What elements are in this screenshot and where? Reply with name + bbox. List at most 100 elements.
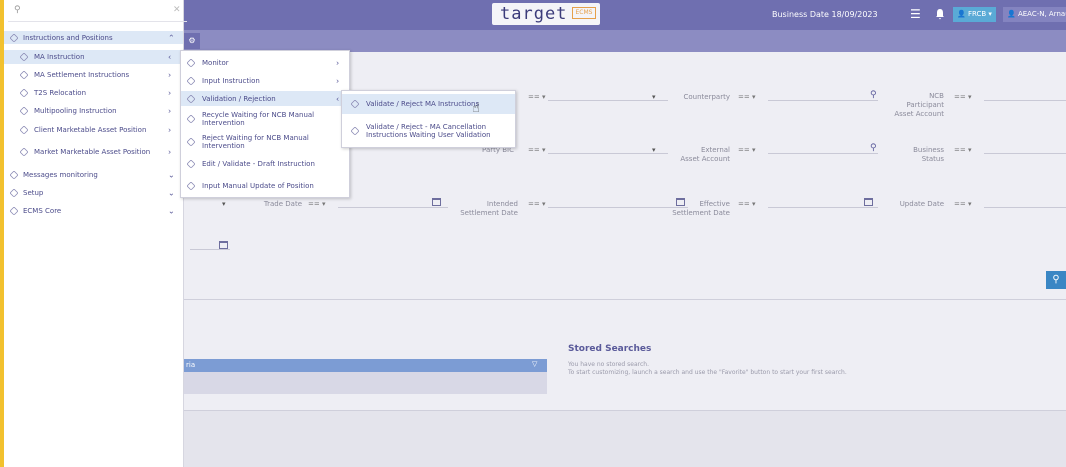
menu-item-label: Validate / Reject MA Instructions xyxy=(366,100,480,108)
effective-settlement-label: Effective Settlement Date xyxy=(672,200,730,217)
operator-select[interactable]: == ▾ xyxy=(308,200,325,208)
operator-select[interactable]: == ▾ xyxy=(738,146,755,154)
operator-select[interactable]: == ▾ xyxy=(738,200,755,208)
operator-select[interactable]: == ▾ xyxy=(528,146,545,154)
ncb-participant-input[interactable] xyxy=(984,100,1066,101)
nav-item-label: T2S Relocation xyxy=(34,89,87,97)
brand-word: target xyxy=(500,4,568,24)
language-entity-button[interactable]: 👤 FRCB ▾ xyxy=(953,7,996,22)
calendar-icon[interactable] xyxy=(864,198,873,206)
module-icon xyxy=(186,181,196,191)
nav-item-ma-instruction[interactable]: MA Instruction ‹ xyxy=(4,50,183,64)
module-icon xyxy=(19,125,29,135)
trade-date-label: Trade Date xyxy=(263,200,302,208)
menu-item-edit-validate-draft[interactable]: Edit / Validate - Draft Instruction xyxy=(181,154,349,174)
intended-settlement-input[interactable] xyxy=(548,207,688,208)
counterparty-label: Counterparty xyxy=(683,93,730,101)
chevron-right-icon: › xyxy=(168,88,172,98)
nav-item-label: Client Marketable Asset Position xyxy=(34,126,147,134)
chevron-right-icon: › xyxy=(168,147,172,157)
menu-item-input-instruction[interactable]: Input Instruction › xyxy=(181,74,349,88)
chevron-down-icon[interactable]: ▾ xyxy=(652,146,656,154)
criteria-panel-header[interactable]: ria xyxy=(184,359,547,372)
nav-item-label: Market Marketable Asset Position xyxy=(34,148,151,156)
external-asset-input[interactable] xyxy=(768,153,878,154)
business-status-label: Business Status xyxy=(913,146,944,163)
search-icon[interactable]: ⚲ xyxy=(870,143,877,153)
search-button[interactable]: ⚲ xyxy=(1046,271,1066,289)
chevron-left-icon: ‹ xyxy=(336,94,340,103)
party-bic-input[interactable] xyxy=(548,153,668,154)
chevron-down-icon[interactable]: ▾ xyxy=(222,200,226,208)
nav-item-ma-settlement-instructions[interactable]: MA Settlement Instructions › xyxy=(4,68,183,82)
operator-select[interactable]: == ▾ xyxy=(954,200,971,208)
nav-item-messages-monitoring[interactable]: Messages monitoring ⌄ xyxy=(4,168,183,182)
nav-item-setup[interactable]: Setup ⌄ xyxy=(4,186,183,200)
module-icon xyxy=(350,126,360,136)
menu-item-reject-waiting[interactable]: Reject Waiting for NCB Manual Interventi… xyxy=(181,132,349,152)
bell-icon[interactable] xyxy=(935,8,945,20)
field-underline xyxy=(548,100,668,101)
nav-item-client-marketable-asset-position[interactable]: Client Marketable Asset Position › xyxy=(4,120,183,140)
nav-search-input[interactable] xyxy=(26,4,166,18)
operator-select[interactable]: == ▾ xyxy=(954,93,971,101)
chevron-down-icon[interactable]: ▽ xyxy=(532,360,537,368)
operator-select[interactable]: == ▾ xyxy=(528,200,545,208)
counterparty-input[interactable] xyxy=(768,100,878,101)
user-button[interactable]: 👤 AEAC-N, Arnaud xyxy=(1003,7,1066,22)
target-logo[interactable]: target ECMS xyxy=(492,3,600,25)
operator-select[interactable]: == ▾ xyxy=(738,93,755,101)
nav-item-instructions-and-positions[interactable]: Instructions and Positions ⌃ xyxy=(4,31,183,44)
chevron-right-icon: › xyxy=(168,125,172,135)
nav-item-label: Multipooling Instruction xyxy=(34,107,117,115)
stored-searches-hint-text: To start customizing, launch a search an… xyxy=(568,369,847,376)
ncb-participant-label: NCB Participant Asset Account xyxy=(894,92,944,118)
results-area xyxy=(184,410,1066,467)
menu-item-input-manual-update[interactable]: Input Manual Update of Position xyxy=(181,176,349,196)
nav-item-label: MA Instruction xyxy=(34,53,85,61)
chevron-right-icon: › xyxy=(336,76,340,86)
module-icon xyxy=(186,159,196,169)
nav-search-bar: ⚲ ✕ xyxy=(8,0,187,22)
operator-select[interactable]: == ▾ xyxy=(528,93,545,101)
criteria-panel-body xyxy=(184,372,547,394)
menu-item-validate-reject-cancellation[interactable]: Validate / Reject - MA Cancellation Inst… xyxy=(342,117,515,145)
module-icon xyxy=(186,93,196,104)
nav-item-multipooling-instruction[interactable]: Multipooling Instruction › xyxy=(4,104,183,118)
nav-item-ecms-core[interactable]: ECMS Core ⌄ xyxy=(4,204,183,218)
nav-item-t2s-relocation[interactable]: T2S Relocation › xyxy=(4,86,183,100)
search-icon[interactable]: ⚲ xyxy=(870,90,877,100)
calendar-icon[interactable] xyxy=(432,198,441,206)
chevron-down-icon[interactable]: ▾ xyxy=(652,93,656,101)
close-icon[interactable]: ✕ xyxy=(173,5,181,15)
brand-sub-label: ECMS xyxy=(572,7,596,19)
external-asset-label: External Asset Account xyxy=(680,146,730,163)
chevron-down-icon: ⌄ xyxy=(168,170,175,180)
lang-button-label: FRCB xyxy=(967,10,987,18)
menu-item-recycle-waiting[interactable]: Recycle Waiting for NCB Manual Intervent… xyxy=(181,109,349,129)
trade-date-input[interactable] xyxy=(338,207,448,208)
intended-settlement-label: Intended Settlement Date xyxy=(460,200,518,217)
operator-select[interactable]: == ▾ xyxy=(954,146,971,154)
nav-item-label: Messages monitoring xyxy=(23,171,98,179)
effective-settlement-input[interactable] xyxy=(768,207,878,208)
chevron-right-icon: › xyxy=(168,106,172,116)
module-icon xyxy=(186,137,196,147)
hamburger-icon[interactable]: ☰ xyxy=(910,8,921,20)
tab-settings-icon[interactable]: ⚙ xyxy=(184,33,200,49)
chevron-up-icon: ⌃ xyxy=(168,33,175,42)
business-status-input[interactable] xyxy=(984,153,1066,154)
module-icon xyxy=(186,114,196,124)
module-icon xyxy=(19,88,29,98)
nav-item-label: Setup xyxy=(23,189,44,197)
module-icon xyxy=(19,52,29,62)
date-input[interactable] xyxy=(190,249,230,250)
module-icon xyxy=(9,206,19,216)
nav-item-market-marketable-asset-position[interactable]: Market Marketable Asset Position › xyxy=(4,142,183,162)
calendar-icon[interactable] xyxy=(219,241,228,249)
update-date-input[interactable] xyxy=(984,207,1066,208)
menu-item-validate-reject-ma-instructions[interactable]: Validate / Reject MA Instructions xyxy=(342,94,515,114)
business-date: Business Date 18/09/2023 xyxy=(772,10,878,19)
menu-item-validation-rejection[interactable]: Validation / Rejection ‹ xyxy=(181,91,349,106)
menu-item-monitor[interactable]: Monitor › xyxy=(181,56,349,70)
